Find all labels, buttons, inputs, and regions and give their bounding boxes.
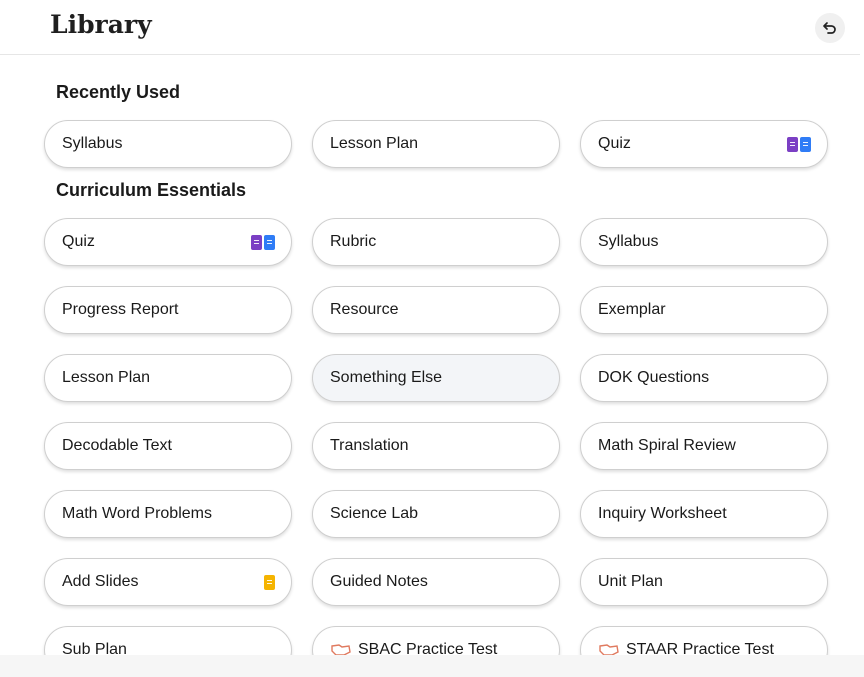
library-item-label: Math Word Problems — [62, 505, 212, 522]
library-item-label: Add Slides — [62, 573, 139, 590]
library-item[interactable]: Math Spiral Review — [580, 422, 828, 470]
library-item-label: Syllabus — [598, 233, 659, 250]
library-item-label: Sub Plan — [62, 641, 127, 655]
library-scroll-area[interactable]: Recently Used Syllabus Lesson Plan Quiz Curr… — [0, 55, 860, 655]
library-item-label: Resource — [330, 301, 399, 318]
library-item[interactable]: Add Slides — [44, 558, 292, 606]
library-item-label: SBAC Practice Test — [358, 641, 498, 655]
library-item-label: Lesson Plan — [330, 135, 419, 152]
library-item[interactable]: Science Lab — [312, 490, 560, 538]
library-item-label: Translation — [330, 437, 409, 454]
library-item[interactable]: Rubric — [312, 218, 560, 266]
google-docs-icon — [264, 234, 275, 250]
library-item[interactable]: Lesson Plan — [312, 120, 560, 168]
library-item-label: Unit Plan — [598, 573, 663, 590]
library-item-label: Exemplar — [598, 301, 666, 318]
library-item-label: Rubric — [330, 233, 377, 250]
library-item-label: Guided Notes — [330, 573, 428, 590]
library-item[interactable]: Math Word Problems — [44, 490, 292, 538]
library-item[interactable]: DOK Questions — [580, 354, 828, 402]
library-item[interactable]: STAAR Practice Test — [580, 626, 828, 655]
library-item[interactable]: Translation — [312, 422, 560, 470]
library-item[interactable]: Syllabus — [580, 218, 828, 266]
library-item-label: Quiz — [62, 233, 95, 250]
bottom-edge — [0, 655, 864, 677]
google-forms-icon — [251, 234, 262, 250]
library-item-label: Quiz — [598, 135, 631, 152]
library-item-label: STAAR Practice Test — [626, 641, 774, 655]
app-icons — [251, 234, 275, 250]
library-item[interactable]: Resource — [312, 286, 560, 334]
library-item-label: Progress Report — [62, 301, 179, 318]
google-forms-icon — [787, 136, 798, 152]
state-outline-icon — [599, 644, 619, 655]
library-item[interactable]: Quiz — [580, 120, 828, 168]
library-item-label: Syllabus — [62, 135, 123, 152]
library-item-label: DOK Questions — [598, 369, 710, 386]
library-item[interactable]: Inquiry Worksheet — [580, 490, 828, 538]
section-title: Curriculum Essentials — [56, 180, 247, 200]
library-item-label: Math Spiral Review — [598, 437, 736, 454]
library-item[interactable]: Syllabus — [44, 120, 292, 168]
google-docs-icon — [800, 136, 811, 152]
library-item-label: Science Lab — [330, 505, 419, 522]
library-item-label: Something Else — [330, 369, 443, 386]
google-slides-icon — [264, 574, 275, 590]
library-item[interactable]: SBAC Practice Test — [312, 626, 560, 655]
app-icons — [264, 574, 275, 590]
library-item[interactable]: Guided Notes — [312, 558, 560, 606]
library-item[interactable]: Unit Plan — [580, 558, 828, 606]
library-item-label: Lesson Plan — [62, 369, 151, 386]
library-item[interactable]: Decodable Text — [44, 422, 292, 470]
library-item[interactable]: Something Else — [312, 354, 560, 402]
library-item-label: Inquiry Worksheet — [598, 505, 727, 522]
library-panel: Library Recently Used Syllabus Lesson Plan… — [0, 0, 860, 677]
back-button[interactable] — [815, 13, 845, 43]
app-icons — [787, 136, 811, 152]
library-header: Library — [0, 0, 860, 55]
library-item-label: Decodable Text — [62, 437, 172, 454]
library-item[interactable]: Progress Report — [44, 286, 292, 334]
undo-arrow-icon — [823, 22, 836, 34]
section-title: Recently Used — [56, 82, 181, 102]
library-item[interactable]: Exemplar — [580, 286, 828, 334]
state-outline-icon — [331, 644, 351, 655]
library-item[interactable]: Quiz — [44, 218, 292, 266]
library-item[interactable]: Sub Plan — [44, 626, 292, 655]
library-item[interactable]: Lesson Plan — [44, 354, 292, 402]
page-title: Library — [50, 10, 152, 39]
